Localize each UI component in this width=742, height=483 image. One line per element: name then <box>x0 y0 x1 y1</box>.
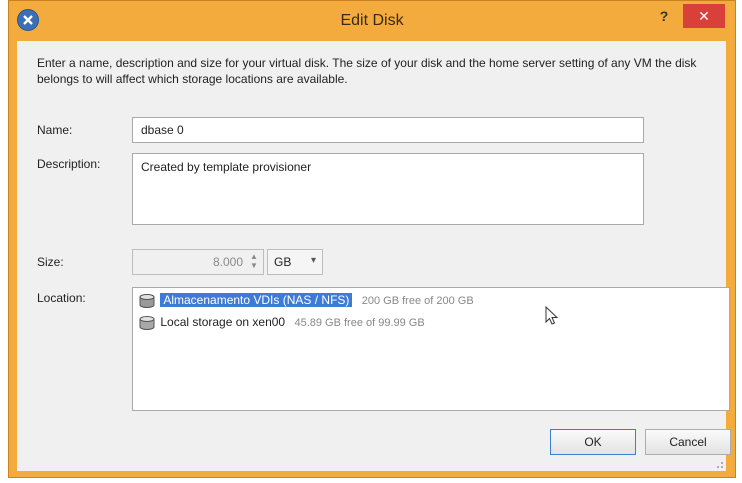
size-unit-value: GB <box>274 255 292 269</box>
size-input[interactable]: 8.000 <box>132 249 264 275</box>
storage-disk-icon <box>139 293 155 308</box>
description-label: Description: <box>37 157 101 171</box>
location-item[interactable]: Almacenamento VDIs (NAS / NFS) 200 GB fr… <box>139 291 474 309</box>
size-unit-select[interactable]: GB ▾ <box>267 249 323 275</box>
location-free-space: 200 GB free of 200 GB <box>361 295 474 307</box>
location-list[interactable]: Almacenamento VDIs (NAS / NFS) 200 GB fr… <box>132 287 730 411</box>
location-free-space: 45.89 GB free of 99.99 GB <box>294 317 425 329</box>
dialog-body: Enter a name, description and size for y… <box>17 41 731 471</box>
location-item[interactable]: Local storage on xen00 45.89 GB free of … <box>139 313 425 331</box>
location-name: Local storage on xen00 <box>160 315 286 329</box>
cancel-button[interactable]: Cancel <box>645 429 731 455</box>
title-bar[interactable]: Edit Disk ? ✕ <box>9 1 735 41</box>
close-button[interactable]: ✕ <box>683 4 725 28</box>
size-spinner[interactable]: ▲ ▼ <box>248 252 260 272</box>
window-title: Edit Disk <box>340 12 404 29</box>
size-label: Size: <box>37 255 64 269</box>
intro-text: Enter a name, description and size for y… <box>37 56 697 86</box>
spin-up-icon[interactable]: ▲ <box>248 252 260 261</box>
edit-disk-window: Edit Disk ? ✕ Enter a name, description … <box>8 0 736 478</box>
description-input[interactable]: Created by template provisioner <box>132 153 644 225</box>
resize-grip-icon[interactable] <box>714 459 724 469</box>
storage-disk-icon <box>139 315 155 330</box>
spin-down-icon[interactable]: ▼ <box>248 261 260 270</box>
mouse-cursor-icon <box>545 306 559 325</box>
location-name: Almacenamento VDIs (NAS / NFS) <box>160 293 353 307</box>
help-button[interactable]: ? <box>649 4 679 28</box>
location-label: Location: <box>37 291 86 305</box>
name-input[interactable]: dbase 0 <box>132 117 644 143</box>
name-label: Name: <box>37 123 73 137</box>
ok-button[interactable]: OK <box>550 429 636 455</box>
chevron-down-icon: ▾ <box>310 255 316 266</box>
